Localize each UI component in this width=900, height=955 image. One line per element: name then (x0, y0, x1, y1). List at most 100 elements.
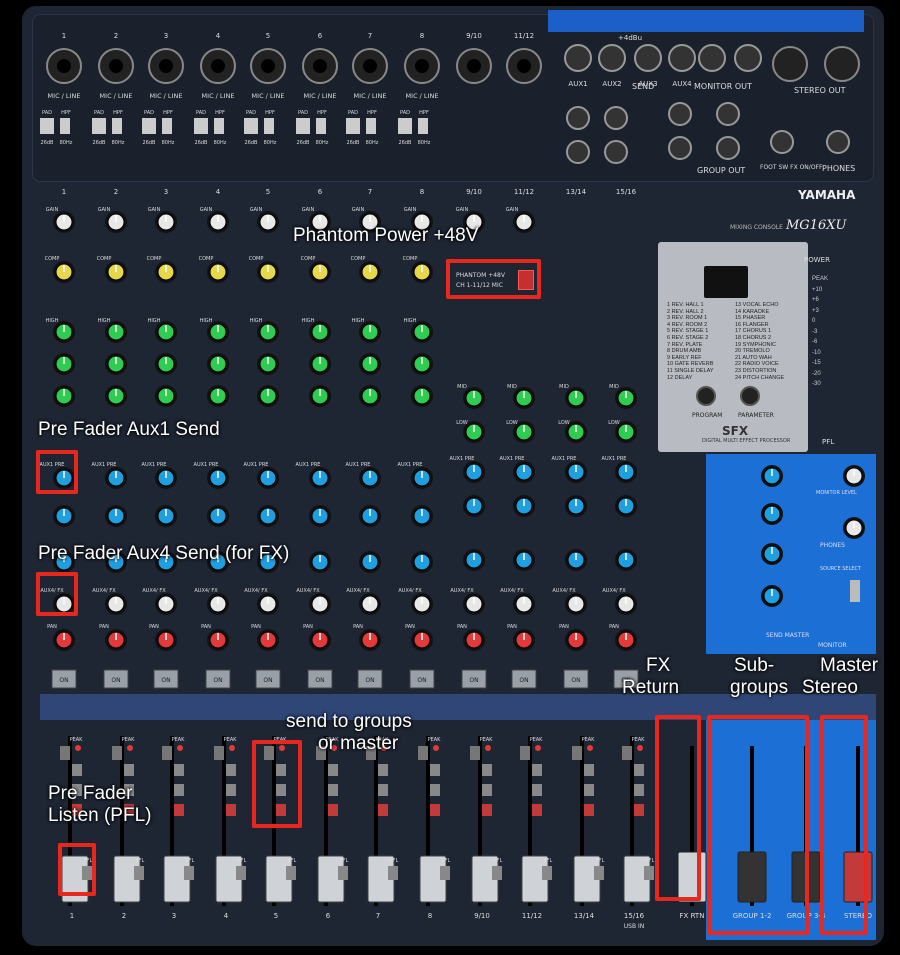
gain-label: GAIN (404, 207, 417, 213)
hpf-switch[interactable] (214, 118, 224, 134)
stereo-out-jack[interactable] (824, 46, 860, 82)
aux1-label: AUX1 PRE (346, 462, 371, 468)
source-select-switch[interactable] (850, 580, 860, 602)
stereo-line-jack[interactable] (604, 106, 628, 130)
aux-send-jack[interactable] (564, 44, 592, 72)
stereo-out-jack[interactable] (772, 46, 808, 82)
input-number: 11/12 (514, 32, 534, 40)
pfl-button[interactable] (644, 866, 654, 880)
annotation-aux4-pre: Pre Fader Aux4 Send (for FX) (38, 543, 290, 564)
group-assign-3-4-button[interactable] (634, 784, 644, 796)
pfl-button[interactable] (338, 866, 348, 880)
group-assign-1-2-button[interactable] (584, 764, 594, 776)
pfl-button[interactable] (492, 866, 502, 880)
group-assign-3-4-button[interactable] (482, 784, 492, 796)
monitor-out-jack[interactable] (734, 44, 762, 72)
pan-label: PAN (149, 624, 159, 630)
hpf-switch[interactable] (418, 118, 428, 134)
group-assign-3-4-button[interactable] (226, 784, 236, 796)
pad-switch[interactable] (194, 118, 208, 134)
group-assign-3-4-button[interactable] (532, 784, 542, 796)
pad-switch[interactable] (92, 118, 106, 134)
hpf-switch[interactable] (112, 118, 122, 134)
group-assign-1-2-button[interactable] (378, 764, 388, 776)
peak-led (112, 746, 122, 760)
st-assign-button[interactable] (634, 804, 644, 816)
stereo-line-jack[interactable] (566, 140, 590, 164)
group-assign-3-4-button[interactable] (378, 784, 388, 796)
st-assign-button[interactable] (328, 804, 338, 816)
hpf-switch[interactable] (316, 118, 326, 134)
group-assign-3-4-button[interactable] (174, 784, 184, 796)
pfl-label: PFL (442, 858, 451, 864)
aux-send-jack[interactable] (634, 44, 662, 72)
pad-switch[interactable] (296, 118, 310, 134)
st-assign-button[interactable] (532, 804, 542, 816)
group-assign-3-4-button[interactable] (584, 784, 594, 796)
group-assign-1-2-button[interactable] (430, 764, 440, 776)
st-assign-button[interactable] (226, 804, 236, 816)
input-kind-label: MIC / LINE (406, 92, 439, 100)
strip-label: 15/16 (624, 912, 645, 920)
pfl-button[interactable] (440, 866, 450, 880)
group-assign-3-4-button[interactable] (328, 784, 338, 796)
hpf-value-label: 80Hz (112, 140, 125, 146)
pfl-button[interactable] (594, 866, 604, 880)
monitor-out-jack[interactable] (698, 44, 726, 72)
stereo-line-jack[interactable] (604, 140, 628, 164)
hpf-switch[interactable] (366, 118, 376, 134)
foot-switch-jack[interactable] (770, 130, 794, 154)
pfl-button[interactable] (236, 866, 246, 880)
pfl-label: PFL (238, 858, 247, 864)
pfl-button[interactable] (184, 866, 194, 880)
pad-switch[interactable] (346, 118, 360, 134)
pfl-button[interactable] (388, 866, 398, 880)
peak-indicator (229, 745, 235, 751)
group-assign-1-2-button[interactable] (328, 764, 338, 776)
pfl-highlight (58, 843, 96, 896)
peak-label: PEAK (224, 737, 238, 743)
group-assign-1-2-button[interactable] (482, 764, 492, 776)
hpf-switch[interactable] (60, 118, 70, 134)
phantom-switch[interactable] (518, 270, 534, 290)
pan-label: PAN (303, 624, 313, 630)
group-assign-3-4-button[interactable] (430, 784, 440, 796)
stereo-line-jack[interactable] (566, 106, 590, 130)
group-out-jack[interactable] (668, 102, 692, 126)
st-assign-button[interactable] (378, 804, 388, 816)
hpf-switch[interactable] (264, 118, 274, 134)
input-kind-label: MIC / LINE (48, 92, 81, 100)
pfl-button[interactable] (134, 866, 144, 880)
mid-label: MID (559, 384, 569, 390)
pfl-button[interactable] (286, 866, 296, 880)
pad-label: PAD (42, 110, 52, 116)
hpf-label: HPF (367, 110, 377, 116)
strip-label: 7 (376, 912, 380, 920)
pad-switch[interactable] (398, 118, 412, 134)
st-assign-button[interactable] (430, 804, 440, 816)
group-assign-1-2-button[interactable] (532, 764, 542, 776)
group-assign-1-2-button[interactable] (174, 764, 184, 776)
aux1-label: AUX1 PRE (398, 462, 423, 468)
group-assign-1-2-button[interactable] (634, 764, 644, 776)
input-number: 2 (114, 32, 118, 40)
aux-send-jack[interactable] (598, 44, 626, 72)
hpf-switch[interactable] (162, 118, 172, 134)
gain-label: GAIN (200, 207, 213, 213)
st-assign-button[interactable] (174, 804, 184, 816)
group-assign-1-2-button[interactable] (124, 764, 134, 776)
pfl-button[interactable] (542, 866, 552, 880)
pad-switch[interactable] (244, 118, 258, 134)
aux4-label: AUX4/ FX (398, 588, 422, 594)
group-assign-1-2-button[interactable] (226, 764, 236, 776)
aux-send-jack[interactable] (668, 44, 696, 72)
group-out-jack[interactable] (668, 136, 692, 160)
pad-switch[interactable] (142, 118, 156, 134)
group-out-jack[interactable] (716, 136, 740, 160)
st-assign-button[interactable] (584, 804, 594, 816)
group-assign-1-2-button[interactable] (72, 764, 82, 776)
st-assign-button[interactable] (482, 804, 492, 816)
pad-switch[interactable] (40, 118, 54, 134)
phones-jack[interactable] (826, 130, 850, 154)
group-out-jack[interactable] (716, 102, 740, 126)
